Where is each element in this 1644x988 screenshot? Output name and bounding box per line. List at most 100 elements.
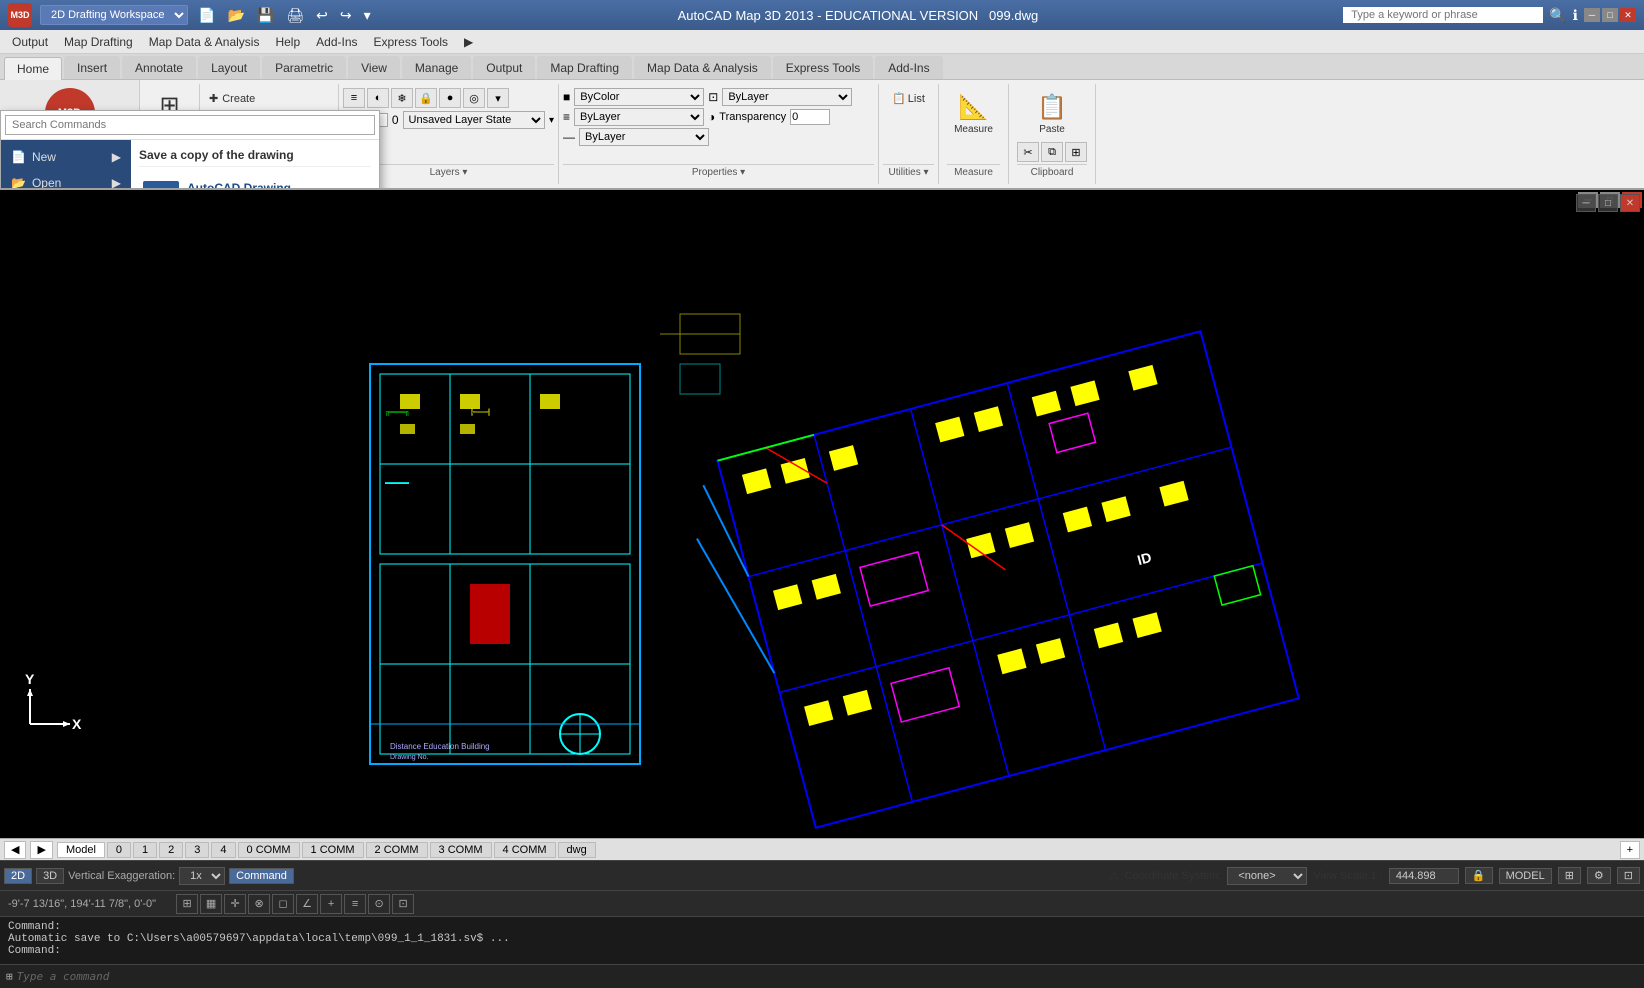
copy-btn[interactable]: ⧉ (1041, 142, 1063, 162)
menu-map-data[interactable]: Map Data & Analysis (141, 33, 268, 51)
drawing-area[interactable]: ─ □ ✕ (0, 190, 1644, 838)
dropdown-quick-btn[interactable]: ▾ (362, 7, 373, 24)
color2-dropdown[interactable]: ByLayer (722, 88, 852, 106)
command-mode-btn[interactable]: Command (229, 868, 294, 884)
tab-model[interactable]: Model (57, 842, 105, 858)
vertical-select[interactable]: 1x (179, 867, 225, 885)
prev-tab-btn[interactable]: ◀ (4, 841, 26, 859)
mode-2d-btn[interactable]: 2D (4, 868, 32, 884)
transparency-input[interactable] (790, 109, 830, 125)
save-quick-btn[interactable]: 💾 (255, 7, 276, 24)
print-quick-btn[interactable]: 🖨 (284, 7, 306, 24)
tab-map-data[interactable]: Map Data & Analysis (634, 56, 771, 79)
paste-format-btn[interactable]: ⊞ (1065, 142, 1087, 162)
layer-color-btn[interactable]: ● (439, 88, 461, 108)
tab-3[interactable]: 3 (185, 842, 209, 858)
save-option-dwg[interactable]: DWG AutoCAD Drawing Save the current dra… (139, 175, 371, 190)
tab-addins[interactable]: Add-Ins (875, 56, 942, 79)
close-btn[interactable]: ✕ (1620, 8, 1636, 22)
command-input[interactable] (17, 970, 1638, 983)
snap-btn3[interactable]: ✛ (224, 894, 246, 914)
snap-btn10[interactable]: ⊡ (392, 894, 414, 914)
lock-btn[interactable]: 🔒 (1465, 867, 1493, 884)
new-layout-btn[interactable]: + (1620, 841, 1640, 859)
bottom-toolbar: 2D 3D Vertical Exaggeration: 1x Command … (0, 860, 1644, 890)
tab-annotate[interactable]: Annotate (122, 56, 196, 79)
tab-view[interactable]: View (348, 56, 400, 79)
measure-icon: 📐 (959, 93, 989, 122)
cut-btn[interactable]: ✂ (1017, 142, 1039, 162)
tab-map-drafting[interactable]: Map Drafting (537, 56, 632, 79)
lineweight-dropdown[interactable]: ByLayer (579, 128, 709, 146)
layer-isolate-btn[interactable]: ◎ (463, 88, 485, 108)
minimize-btn[interactable]: ─ (1584, 8, 1600, 22)
list-btn[interactable]: 📋 List (887, 88, 930, 109)
tab-0comm[interactable]: 0 COMM (238, 842, 300, 858)
menu-addins[interactable]: Add-Ins (308, 33, 365, 51)
tab-manage[interactable]: Manage (402, 56, 471, 79)
workspace-selector[interactable]: 2D Drafting Workspace (40, 5, 188, 25)
snap-btn9[interactable]: ⊙ (368, 894, 390, 914)
tab-layout[interactable]: Layout (198, 56, 260, 79)
color-dropdown[interactable]: ByColor (574, 88, 704, 106)
tab-dwg[interactable]: dwg (558, 842, 596, 858)
snap-btn4[interactable]: ⊗ (248, 894, 270, 914)
snap-btn1[interactable]: ⊞ (176, 894, 198, 914)
command-search-input[interactable] (5, 115, 375, 135)
layer-dropdown[interactable]: Unsaved Layer State (403, 111, 545, 129)
paste-btn[interactable]: 📋 Paste (1030, 88, 1074, 140)
restore-btn[interactable]: □ (1602, 8, 1618, 22)
tab-1comm[interactable]: 1 COMM (302, 842, 364, 858)
layer-freeze-btn[interactable]: ❄ (391, 88, 413, 108)
snap-btn2[interactable]: ▦ (200, 894, 222, 914)
next-tab-btn[interactable]: ▶ (30, 841, 52, 859)
layer-more-btn[interactable]: ▾ (487, 88, 509, 108)
mode-3d-btn[interactable]: 3D (36, 868, 64, 884)
model-space-btn[interactable]: MODEL (1499, 868, 1552, 884)
menu-video[interactable]: ▶ (456, 33, 481, 51)
menu-output[interactable]: Output (4, 33, 56, 51)
tab-0[interactable]: 0 (107, 842, 131, 858)
snap-btn7[interactable]: + (320, 894, 342, 914)
tab-home[interactable]: Home (4, 57, 62, 80)
tab-2[interactable]: 2 (159, 842, 183, 858)
new-quick-btn[interactable]: 📄 (196, 7, 217, 24)
tab-2comm[interactable]: 2 COMM (366, 842, 428, 858)
open-quick-btn[interactable]: 📂 (225, 7, 246, 24)
tab-1[interactable]: 1 (133, 842, 157, 858)
layer-dropdown-arrow[interactable]: ▾ (549, 115, 554, 126)
redo-quick-btn[interactable]: ↪ (338, 7, 354, 24)
tab-express[interactable]: Express Tools (773, 56, 873, 79)
clean-screen-btn[interactable]: ⊡ (1617, 867, 1640, 884)
menu-item-new[interactable]: 📄 New ▶ (1, 144, 131, 170)
vp-minimize-btn[interactable]: ─ (1576, 194, 1596, 212)
layer-props-btn[interactable]: ≡ (343, 88, 365, 108)
snap-btn5[interactable]: ◻ (272, 894, 294, 914)
vp-maximize-btn[interactable]: □ (1598, 194, 1618, 212)
menu-express[interactable]: Express Tools (366, 33, 456, 51)
display-btn[interactable]: ⊞ (1558, 867, 1581, 884)
menu-map-drafting[interactable]: Map Drafting (56, 33, 141, 51)
measure-btn[interactable]: 📐 Measure (947, 88, 1000, 140)
create-block-btn[interactable]: ✚ Create (204, 88, 334, 109)
layer-off-btn[interactable]: ◐ (367, 88, 389, 108)
settings-btn[interactable]: ⚙ (1587, 867, 1611, 884)
menu-item-open[interactable]: 📂 Open ▶ (1, 170, 131, 190)
keyword-search[interactable] (1343, 7, 1543, 23)
drawing-canvas[interactable]: Distance Education Building Drawing No. … (0, 190, 1644, 838)
snap-btn8[interactable]: ≡ (344, 894, 366, 914)
tab-parametric[interactable]: Parametric (262, 56, 346, 79)
tab-output[interactable]: Output (473, 56, 535, 79)
vp-close-btn[interactable]: ✕ (1620, 194, 1640, 212)
tab-3comm[interactable]: 3 COMM (430, 842, 492, 858)
tab-insert[interactable]: Insert (64, 56, 120, 79)
coord-system-select[interactable]: <none> (1227, 867, 1307, 885)
undo-quick-btn[interactable]: ↩ (314, 7, 330, 24)
view-scale-input[interactable] (1389, 868, 1459, 884)
linetype-dropdown[interactable]: ByLayer (574, 108, 704, 126)
tab-4comm[interactable]: 4 COMM (494, 842, 556, 858)
tab-4[interactable]: 4 (211, 842, 235, 858)
snap-btn6[interactable]: ∠ (296, 894, 318, 914)
menu-help[interactable]: Help (267, 33, 308, 51)
layer-lock-btn[interactable]: 🔒 (415, 88, 437, 108)
